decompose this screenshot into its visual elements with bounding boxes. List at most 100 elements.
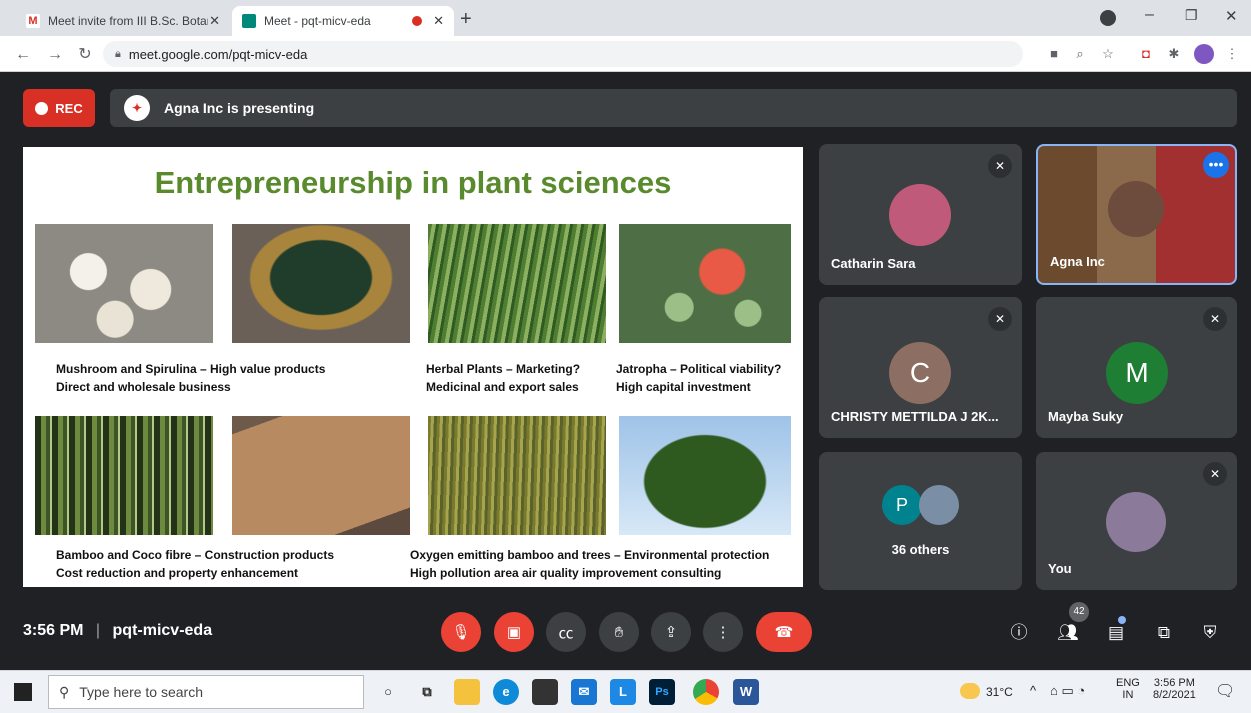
- url-text: meet.google.com/pqt-micv-eda: [128, 46, 308, 62]
- photoshop-icon[interactable]: Ps: [649, 679, 675, 705]
- taskbar-search[interactable]: ⚲ Type here to search: [48, 675, 364, 709]
- bamboo-forest-image: [428, 416, 606, 535]
- self-tile[interactable]: ✕ You: [1036, 452, 1237, 590]
- avatar-initial: P: [882, 485, 922, 525]
- mic-toggle-button[interactable]: 🎙︎: [441, 612, 481, 652]
- restore-icon[interactable]: ❐: [1185, 7, 1198, 24]
- meeting-time: 3:56 PM: [23, 622, 84, 639]
- mic-off-icon: ✕: [1203, 462, 1227, 486]
- back-icon[interactable]: ←: [12, 44, 34, 66]
- url-input[interactable]: 🔒︎ meet.google.com/pqt-micv-eda: [103, 41, 1023, 67]
- avatar: [889, 184, 951, 246]
- minimize-icon[interactable]: –: [1145, 6, 1154, 24]
- forward-icon[interactable]: →: [44, 44, 66, 66]
- leave-call-button[interactable]: ☎︎: [756, 612, 812, 652]
- word-icon[interactable]: W: [733, 679, 759, 705]
- tab-meet[interactable]: Meet - pqt-micv-eda ✕: [232, 6, 454, 36]
- bookmark-star-icon[interactable]: ☆: [1098, 44, 1118, 64]
- close-window-icon[interactable]: ✕: [1225, 7, 1238, 25]
- more-options-button[interactable]: ⋮: [703, 612, 743, 652]
- camera-icon[interactable]: ■: [1044, 44, 1064, 64]
- new-tab-button[interactable]: +: [460, 8, 472, 31]
- captions-button[interactable]: ㏄: [546, 612, 586, 652]
- avatar: [919, 485, 959, 525]
- mic-off-icon: ✕: [988, 307, 1012, 331]
- chat-icon[interactable]: ▤: [1103, 620, 1129, 646]
- tab-title: Meet invite from III B.Sc. Botany |: [48, 14, 208, 28]
- avatar-letter: C: [909, 357, 931, 388]
- edge-icon[interactable]: e: [493, 679, 519, 705]
- reload-icon[interactable]: ↻: [74, 44, 96, 66]
- presentation-slide: Entrepreneurship in plant sciences Mushr…: [23, 147, 803, 587]
- start-icon[interactable]: [14, 683, 32, 701]
- browser-tab-bar: M Meet invite from III B.Sc. Botany | ✕ …: [0, 0, 1251, 36]
- bamboo-image: [35, 416, 213, 535]
- presenter-logo-icon: ✦: [124, 95, 150, 121]
- more-options-icon[interactable]: •••: [1203, 152, 1229, 178]
- avatar: [1106, 492, 1166, 552]
- caption-jatropha: Jatropha – Political viability? High cap…: [616, 360, 801, 396]
- info-icon[interactable]: ⓘ: [1006, 620, 1032, 646]
- mic-off-icon: ✕: [988, 154, 1012, 178]
- search-placeholder: Type here to search: [79, 684, 204, 700]
- store-icon[interactable]: [532, 679, 558, 705]
- notifications-icon[interactable]: 🗨︎: [1215, 681, 1235, 701]
- clock-date: 8/2/2021: [1153, 689, 1196, 701]
- coco-fibre-image: [232, 416, 410, 535]
- profile-avatar-icon[interactable]: [1194, 44, 1214, 64]
- chrome-icon[interactable]: [693, 679, 719, 705]
- recording-icon: [412, 16, 422, 26]
- host-controls-icon[interactable]: ⛨: [1197, 620, 1223, 646]
- participant-tile[interactable]: M ✕ Mayba Suky: [1036, 297, 1237, 438]
- present-button[interactable]: ⇪: [651, 612, 691, 652]
- lang-primary: ENG: [1116, 677, 1140, 689]
- app-l-icon[interactable]: L: [610, 679, 636, 705]
- trees-image: [619, 416, 791, 535]
- rec-dot-icon: [35, 101, 49, 115]
- avatar-initial: M: [1106, 342, 1168, 404]
- others-tile[interactable]: P 36 others: [819, 452, 1022, 590]
- camera-toggle-button[interactable]: ▣: [494, 612, 534, 652]
- zoom-icon[interactable]: ⌕: [1070, 44, 1090, 64]
- participant-tile[interactable]: C ✕ CHRISTY METTILDA J 2K...: [819, 297, 1022, 438]
- task-view-icon[interactable]: ⧉: [414, 679, 440, 705]
- meet-icon: [242, 14, 256, 28]
- tab-title: Meet - pqt-micv-eda: [264, 14, 371, 28]
- taskbar-clock[interactable]: 3:56 PM 8/2/2021: [1153, 677, 1196, 701]
- clock-time: 3:56 PM: [1153, 677, 1195, 689]
- file-explorer-icon[interactable]: [454, 679, 480, 705]
- rec-label: REC: [55, 100, 83, 116]
- mic-off-icon: ✕: [1203, 307, 1227, 331]
- search-icon: ⚲: [59, 683, 70, 700]
- cortana-icon[interactable]: ○: [375, 679, 401, 705]
- raise-hand-button[interactable]: ✋︎: [599, 612, 639, 652]
- tab-close-icon[interactable]: ✕: [209, 13, 220, 29]
- language-indicator[interactable]: ENG IN: [1116, 677, 1140, 701]
- participant-tile-active[interactable]: ••• Agna Inc: [1036, 144, 1237, 285]
- tab-meet-invite[interactable]: M Meet invite from III B.Sc. Botany | ✕: [16, 6, 230, 36]
- people-count-badge: 42: [1069, 602, 1089, 622]
- extensions-icon[interactable]: ✱: [1164, 44, 1184, 64]
- caption-line: Bamboo and Coco fibre – Construction pro…: [56, 548, 335, 562]
- avatar-letter: M: [1125, 357, 1149, 388]
- participant-name: Agna Inc: [1050, 254, 1105, 269]
- pocket-icon[interactable]: ◘: [1136, 44, 1156, 64]
- participant-tile[interactable]: ✕ Catharin Sara: [819, 144, 1022, 285]
- recording-badge[interactable]: REC: [23, 89, 95, 127]
- weather-icon[interactable]: [960, 683, 980, 699]
- profile-icon[interactable]: [1100, 10, 1116, 26]
- caption-oxygen-trees: Oxygen emitting bamboo and trees – Envir…: [410, 546, 800, 582]
- participant-name: Mayba Suky: [1048, 409, 1124, 424]
- herbal-plants-image: [428, 224, 606, 343]
- tray-icons[interactable]: ⌂ ▭ ◔: [1050, 683, 1085, 699]
- caption-line: Herbal Plants – Marketing?: [426, 362, 581, 376]
- chat-notification-dot: [1118, 616, 1126, 624]
- spirulina-image: [232, 224, 410, 343]
- caption-mushroom: Mushroom and Spirulina – High value prod…: [56, 360, 396, 396]
- people-icon[interactable]: 👥︎: [1055, 620, 1081, 646]
- mail-icon[interactable]: ✉: [571, 679, 597, 705]
- tab-close-icon[interactable]: ✕: [433, 13, 444, 29]
- activities-icon[interactable]: ⧉: [1151, 620, 1177, 646]
- tray-chevron-icon[interactable]: ^: [1030, 683, 1036, 698]
- menu-dots-icon[interactable]: ⋮: [1222, 44, 1242, 64]
